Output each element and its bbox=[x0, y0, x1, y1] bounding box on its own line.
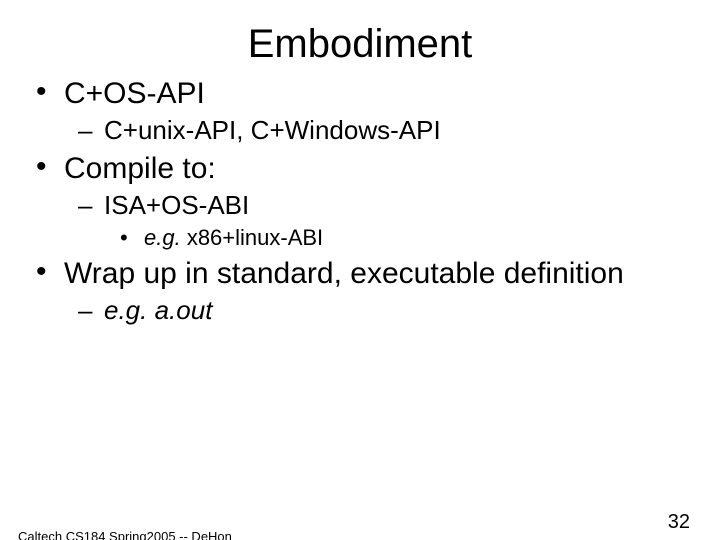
bullet-x86-linux-abi: e.g. x86+linux-ABI bbox=[120, 225, 690, 251]
slide: Embodiment C+OS-API C+unix-API, C+Window… bbox=[0, 22, 720, 540]
slide-content: C+OS-API C+unix-API, C+Windows-API Compi… bbox=[36, 77, 690, 326]
bullet-text: a.out bbox=[147, 295, 212, 325]
bullet-a-out: e.g. a.out bbox=[78, 295, 690, 326]
bullet-c-unix-windows: C+unix-API, C+Windows-API bbox=[78, 115, 690, 146]
bullet-c-os-api: C+OS-API C+unix-API, C+Windows-API bbox=[36, 77, 690, 146]
page-number: 32 bbox=[668, 511, 690, 534]
bullet-text: x86+linux-ABI bbox=[181, 225, 323, 250]
bullet-text: ISA+OS-ABI bbox=[104, 190, 249, 220]
sub-list: ISA+OS-ABI e.g. x86+linux-ABI bbox=[64, 190, 690, 251]
eg-prefix: e.g. bbox=[144, 225, 181, 250]
footer-course: Caltech CS184 Spring2005 -- DeHon bbox=[18, 529, 232, 540]
sub-list: e.g. a.out bbox=[64, 295, 690, 326]
sub-sub-list: e.g. x86+linux-ABI bbox=[104, 225, 690, 251]
sub-list: C+unix-API, C+Windows-API bbox=[64, 115, 690, 146]
bullet-list: C+OS-API C+unix-API, C+Windows-API Compi… bbox=[36, 77, 690, 326]
bullet-text: Wrap up in standard, executable definiti… bbox=[64, 257, 624, 290]
slide-title: Embodiment bbox=[0, 22, 720, 67]
bullet-text: C+unix-API, C+Windows-API bbox=[104, 115, 441, 145]
bullet-wrap-up: Wrap up in standard, executable definiti… bbox=[36, 257, 690, 326]
bullet-compile-to: Compile to: ISA+OS-ABI e.g. x86+linux-AB… bbox=[36, 152, 690, 251]
bullet-text: Compile to: bbox=[64, 152, 216, 185]
bullet-isa-os-abi: ISA+OS-ABI e.g. x86+linux-ABI bbox=[78, 190, 690, 251]
eg-prefix: e.g. bbox=[104, 295, 147, 325]
bullet-text: C+OS-API bbox=[64, 77, 205, 110]
